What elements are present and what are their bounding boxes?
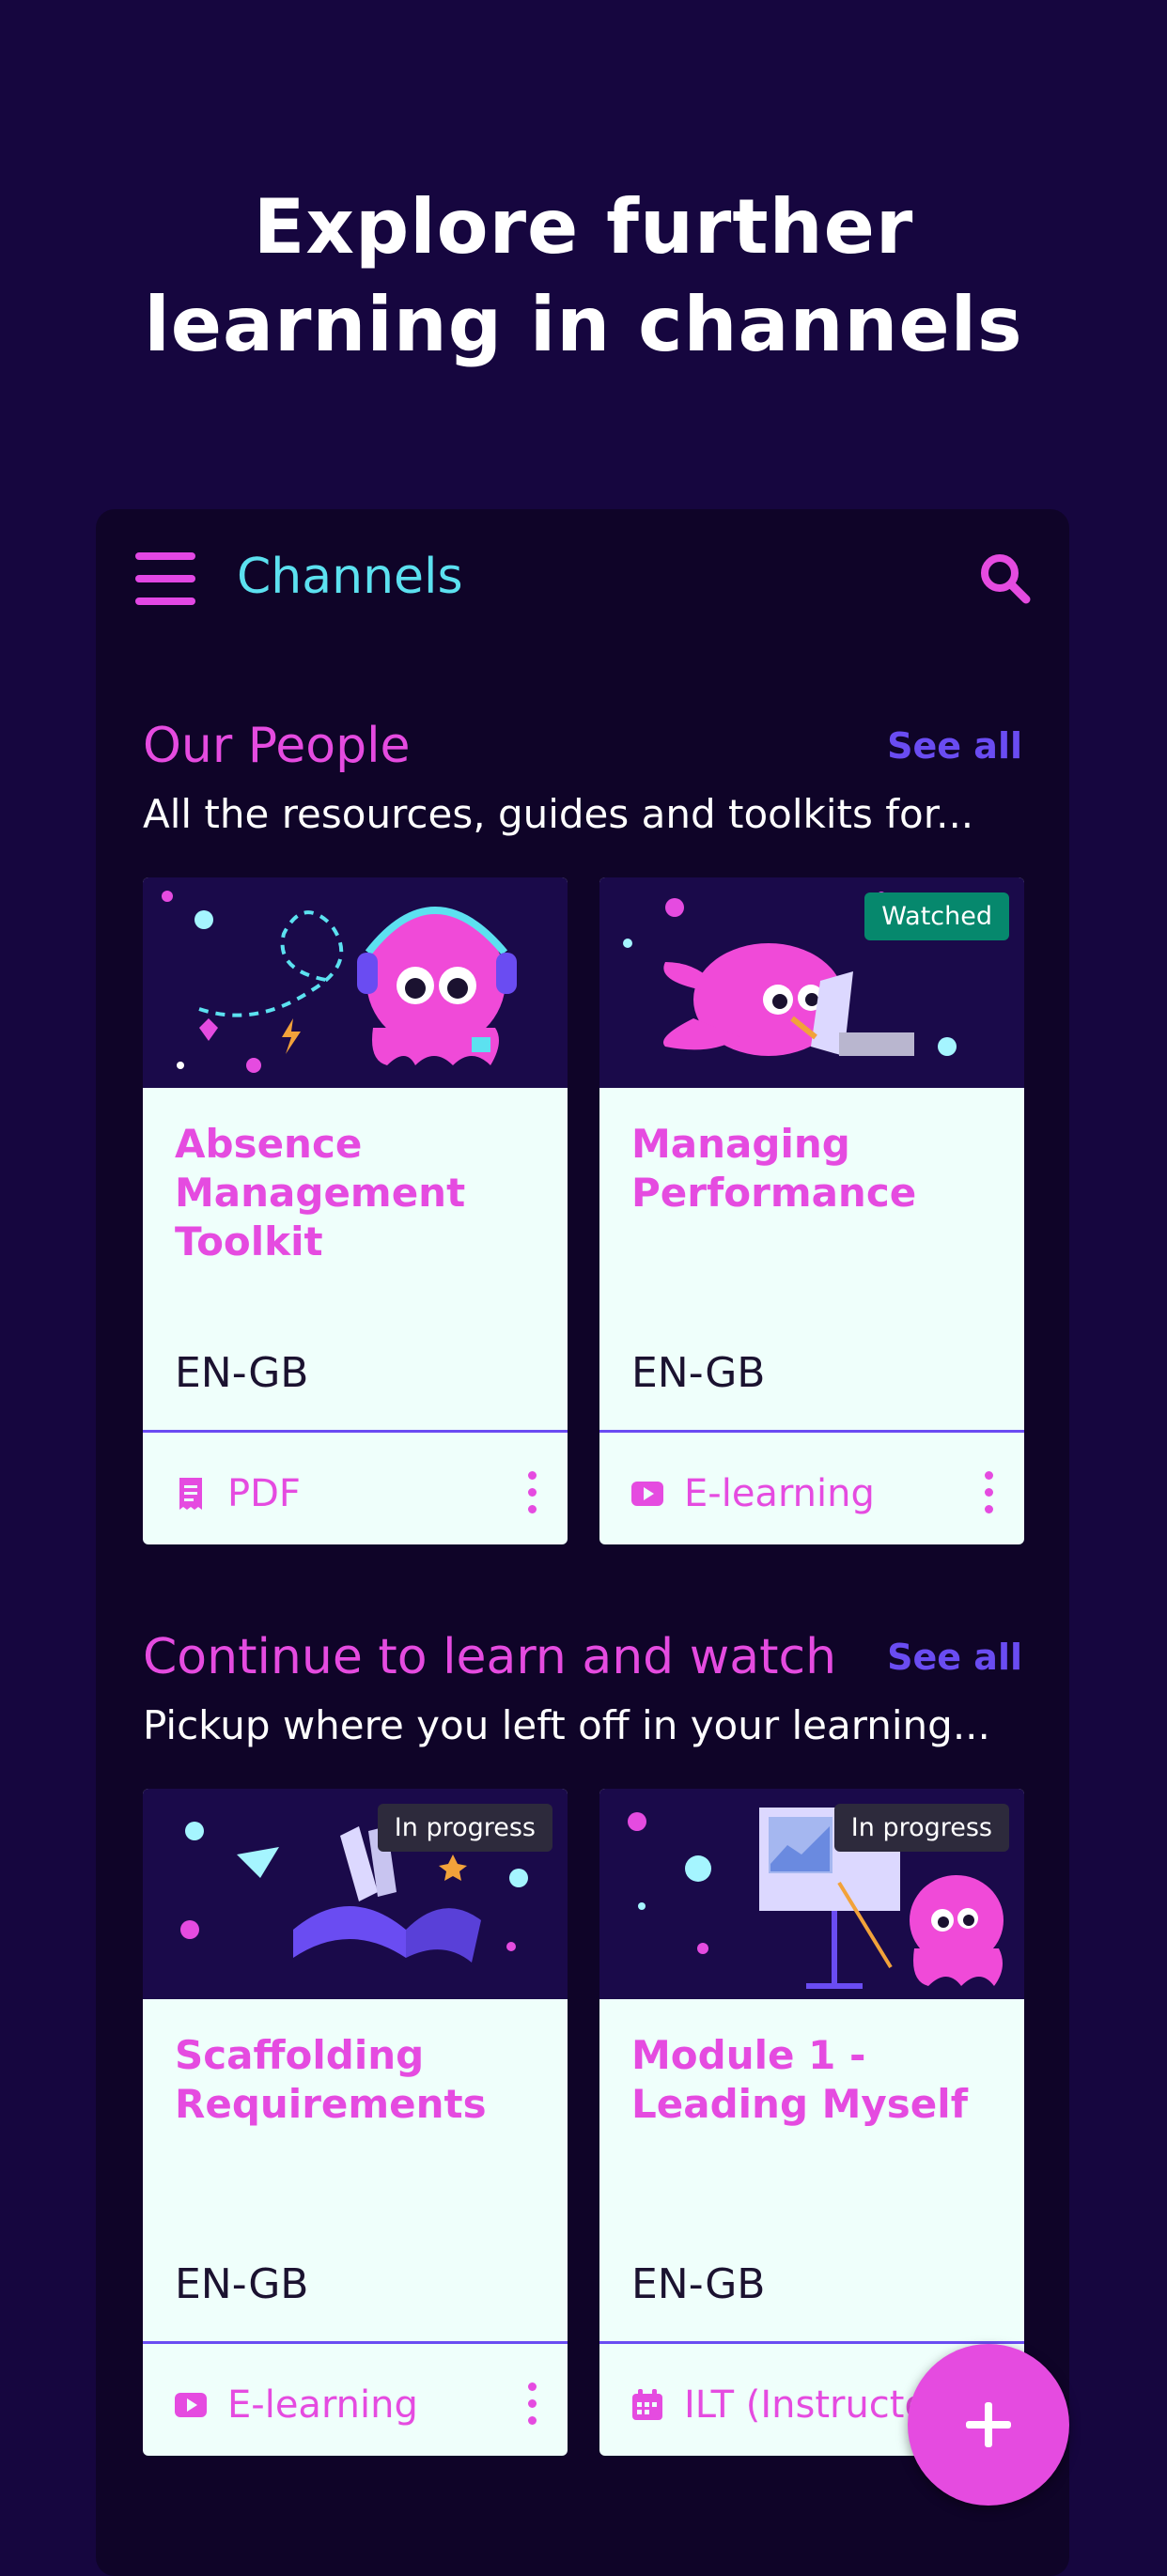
card-illustration: Watched (599, 877, 1024, 1088)
card-type: E-learning (631, 1466, 875, 1522)
app-bar: Channels (96, 509, 1069, 650)
status-badge: In progress (377, 1804, 552, 1852)
card-title: Scaffolding Requirements (175, 2032, 487, 2127)
hero-line-1: Explore further (253, 183, 914, 271)
more-options-icon[interactable] (973, 1466, 1004, 1518)
section-title-our-people: Our People (143, 718, 411, 774)
card-type-label: PDF (227, 1472, 301, 1515)
card-divider (599, 1430, 1024, 1433)
card-divider (599, 2341, 1024, 2344)
card-illustration: In progress (143, 1789, 568, 1999)
card-divider (143, 1430, 568, 1433)
card-language: EN-GB (631, 1349, 766, 1397)
plus-icon-vertical (985, 2402, 992, 2447)
section-title-continue: Continue to learn and watch (143, 1629, 837, 1685)
card-type-label: E-learning (227, 2383, 418, 2427)
card-type: PDF (175, 1466, 301, 1522)
status-badge: Watched (864, 892, 1009, 940)
content-card[interactable]: Absence Management Toolkit EN-GB PDF (143, 877, 568, 1544)
more-options-icon[interactable] (517, 1466, 547, 1518)
card-title: Managing Performance (631, 1121, 917, 1216)
play-video-icon (175, 2389, 207, 2421)
card-title: Module 1 - Leading Myself (631, 2032, 968, 2127)
section-subtitle: All the resources, guides and toolkits f… (143, 791, 974, 837)
app-screen: Channels Our People See all All the reso… (96, 509, 1069, 2576)
play-video-icon (631, 1478, 663, 1510)
card-type: E-learning (175, 2377, 418, 2433)
see-all-link[interactable]: See all (887, 1637, 1022, 1678)
card-illustration (143, 877, 568, 1088)
card-type: ILT (Instructo (631, 2377, 927, 2433)
hero-line-2: learning in channels (144, 281, 1023, 368)
content-card[interactable]: Watched Managing Performance EN-GB E-lea… (599, 877, 1024, 1544)
status-badge: In progress (833, 1804, 1009, 1852)
more-options-icon[interactable] (517, 2377, 547, 2429)
card-illustration: In progress (599, 1789, 1024, 1999)
card-title: Absence Management Toolkit (175, 1121, 466, 1265)
add-button[interactable] (908, 2344, 1069, 2506)
content-card[interactable]: In progress Scaffolding Requirements EN-… (143, 1789, 568, 2456)
search-icon[interactable] (975, 549, 1035, 609)
hero-heading: Explore further learning in channels (0, 178, 1167, 374)
hamburger-menu-icon[interactable] (135, 552, 197, 605)
pdf-document-icon (175, 1478, 207, 1510)
card-divider (143, 2341, 568, 2344)
page-title: Channels (237, 549, 463, 605)
calendar-icon (631, 2389, 663, 2421)
card-language: EN-GB (175, 2260, 309, 2308)
card-language: EN-GB (175, 1349, 309, 1397)
card-type-label: E-learning (684, 1472, 875, 1515)
see-all-link[interactable]: See all (887, 725, 1022, 767)
section-subtitle: Pickup where you left off in your learni… (143, 1702, 990, 1748)
card-language: EN-GB (631, 2260, 766, 2308)
card-type-label: ILT (Instructo (684, 2383, 927, 2427)
